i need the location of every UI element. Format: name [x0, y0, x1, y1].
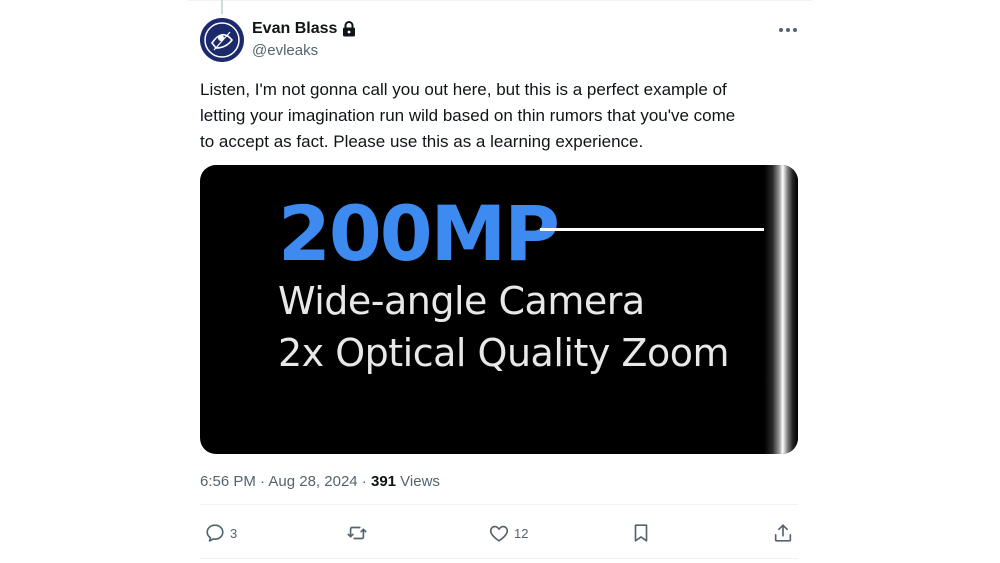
like-count: 12 [514, 525, 529, 541]
media-line-1: Wide-angle Camera [278, 279, 645, 323]
tweet-meta: 6:56 PM · Aug 28, 2024 · 391 Views [200, 473, 440, 490]
media-headline: 200MP [278, 189, 560, 278]
author-name[interactable]: Evan Blass [252, 20, 356, 38]
heart-icon [489, 525, 509, 542]
views-label: Views [396, 473, 440, 490]
meta-divider [200, 504, 798, 505]
like-button[interactable]: 12 [488, 522, 528, 544]
tweet-text: Listen, I'm not gonna call you out here,… [200, 80, 736, 151]
meta-separator: · [255, 473, 269, 490]
reply-count: 3 [230, 525, 238, 541]
retweet-button[interactable] [346, 522, 372, 544]
lock-icon [342, 21, 356, 37]
tweet-time[interactable]: 6:56 PM [200, 473, 256, 490]
more-options-button[interactable] [774, 18, 802, 42]
author-handle[interactable]: @evleaks [252, 42, 318, 59]
more-dots-icon [779, 28, 797, 32]
avatar[interactable] [200, 18, 244, 62]
author-name-text[interactable]: Evan Blass [252, 20, 337, 38]
meta-separator: · [357, 473, 371, 490]
action-bar: 3 12 [200, 516, 798, 556]
media-line-2: 2x Optical Quality Zoom [278, 331, 729, 375]
bookmark-button[interactable] [630, 522, 652, 544]
actions-divider [200, 558, 798, 559]
views-count: 391 [370, 473, 397, 490]
thread-line [221, 0, 223, 14]
share-icon [774, 524, 792, 542]
media-rule-line [540, 228, 798, 231]
retweet-icon [347, 526, 367, 540]
reply-icon [206, 524, 224, 542]
avatar-illustration [200, 18, 244, 62]
reply-button[interactable]: 3 [204, 522, 237, 544]
top-divider [188, 0, 812, 1]
share-button[interactable] [772, 522, 794, 544]
media-phone-edge [764, 165, 798, 454]
bookmark-icon [634, 524, 648, 542]
tweet-media-image[interactable]: 200MP Wide-angle Camera 2x Optical Quali… [200, 165, 798, 454]
tweet-date[interactable]: Aug 28, 2024 [268, 473, 357, 490]
